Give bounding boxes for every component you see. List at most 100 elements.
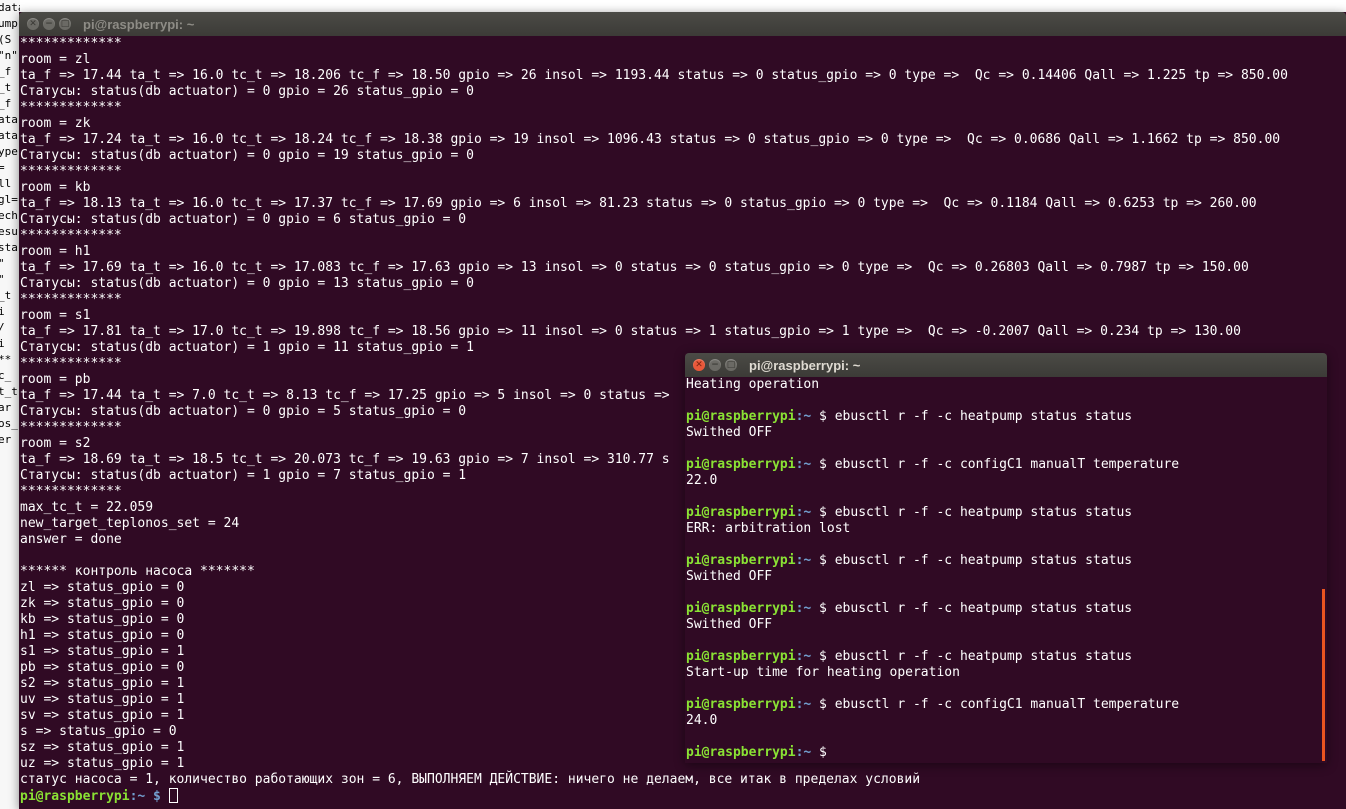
editor-line: ": [0, 256, 20, 272]
command-line[interactable]: pi@raspberrypi:~ $: [686, 745, 1327, 761]
editor-line: **: [0, 353, 12, 366]
editor-line: ump: [0, 17, 18, 30]
prompt-user: pi@raspberrypi: [686, 697, 796, 712]
command-line[interactable]: pi@raspberrypi:~ $ ebusctl r -f -c heatp…: [686, 649, 1327, 665]
editor-line: _t: [0, 289, 12, 302]
editor-line: i: [0, 337, 5, 350]
editor-line: (S: [0, 33, 12, 46]
background-window-edge: [20, 0, 1346, 12]
terminal-line: ta_f => 17.44 ta_t => 16.0 tc_t => 18.20…: [20, 68, 1288, 83]
main-titlebar[interactable]: ✕ − □ pi@raspberrypi: ~: [19, 12, 1346, 36]
terminal-line: room = s1: [20, 308, 91, 323]
prompt-symbol: $: [811, 745, 835, 760]
terminal-line: *************: [20, 36, 122, 51]
terminal-line: room = h1: [20, 244, 91, 259]
command-text: ebusctl r -f -c heatpump status status: [834, 601, 1133, 616]
maximize-icon[interactable]: □: [725, 359, 737, 371]
command-line[interactable]: pi@raspberrypi:~ $ ebusctl r -f -c heatp…: [686, 601, 1327, 617]
output-line: 24.0: [686, 713, 718, 728]
editor-line: "n": [0, 49, 18, 62]
editor-line: t_t: [0, 385, 18, 398]
overlay-terminal-window[interactable]: ✕ − □ pi@raspberrypi: ~ Heating operatio…: [685, 353, 1327, 763]
editor-line: /: [0, 320, 20, 336]
prompt-user: pi@raspberrypi: [686, 409, 796, 424]
prompt-path: :~: [129, 789, 146, 804]
editor-line: ar: [0, 401, 12, 414]
editor-line: ata: [0, 113, 18, 126]
command-line[interactable]: pi@raspberrypi:~ $ ebusctl r -f -c heatp…: [686, 553, 1327, 569]
prompt-path: :~: [795, 505, 812, 520]
editor-line: ll: [0, 177, 12, 190]
terminal-line: ta_f => 18.13 ta_t => 16.0 tc_t => 17.37…: [20, 196, 1257, 211]
command-text: ebusctl r -f -c heatpump status status: [834, 505, 1133, 520]
prompt-symbol: $: [811, 601, 835, 616]
terminal-line: Статусы: status(db actuator) = 0 gpio = …: [20, 212, 467, 227]
command-text: ebusctl r -f -c heatpump status status: [834, 553, 1133, 568]
editor-line: esu: [0, 225, 18, 238]
prompt-user: pi@raspberrypi: [686, 553, 796, 568]
prompt-path: :~: [795, 697, 812, 712]
command-text: ebusctl r -f -c heatpump status status: [834, 409, 1133, 424]
prompt-symbol: $: [145, 789, 169, 804]
output-line: Heating operation: [686, 377, 820, 392]
prompt-symbol: $: [811, 553, 835, 568]
terminal-line: room = zl: [20, 52, 91, 67]
window-title: pi@raspberrypi: ~: [83, 16, 195, 32]
overlay-titlebar[interactable]: ✕ − □ pi@raspberrypi: ~: [685, 353, 1327, 377]
close-icon[interactable]: ✕: [693, 359, 705, 371]
command-line[interactable]: pi@raspberrypi:~ $ ebusctl r -f -c heatp…: [686, 409, 1327, 425]
output-line: Swithed OFF: [686, 569, 773, 584]
prompt-symbol: $: [811, 505, 835, 520]
command-line[interactable]: pi@raspberrypi:~ $ ebusctl r -f -c confi…: [686, 457, 1327, 473]
command-line[interactable]: pi@raspberrypi:~ $ ebusctl r -f -c confi…: [686, 697, 1327, 713]
close-icon[interactable]: ✕: [27, 18, 39, 30]
prompt-path: :~: [795, 649, 812, 664]
terminal-line: *************: [20, 164, 122, 179]
editor-line: er: [0, 433, 12, 446]
output-line: Start-up time for heating operation: [686, 665, 960, 680]
minimize-icon[interactable]: −: [709, 359, 721, 371]
command-text: ebusctl r -f -c configC1 manualT tempera…: [834, 697, 1180, 712]
prompt-line[interactable]: pi@raspberrypi:~ $: [20, 788, 1346, 804]
prompt-user: pi@raspberrypi: [686, 457, 796, 472]
command-text: ebusctl r -f -c heatpump status status: [834, 649, 1133, 664]
output-line: ERR: arbitration lost: [686, 521, 851, 536]
prompt-symbol: $: [811, 457, 835, 472]
prompt-user: pi@raspberrypi: [686, 745, 796, 760]
terminal-line: ta_f => 17.81 ta_t => 17.0 tc_t => 19.89…: [20, 324, 1241, 339]
terminal-line: *************: [20, 292, 122, 307]
output-line: Swithed OFF: [686, 617, 773, 632]
terminal-line: *************: [20, 100, 122, 115]
editor-line: os_: [0, 417, 18, 430]
command-text: ebusctl r -f -c configC1 manualT tempera…: [834, 457, 1180, 472]
window-title: pi@raspberrypi: ~: [749, 357, 861, 373]
editor-line: data: [0, 1, 20, 14]
editor-line: ": [0, 272, 20, 288]
command-line[interactable]: pi@raspberrypi:~ $ ebusctl r -f -c heatp…: [686, 505, 1327, 521]
maximize-icon[interactable]: □: [59, 18, 71, 30]
terminal-line: Статусы: status(db actuator) = 0 gpio = …: [20, 276, 474, 291]
editor-line: =: [0, 161, 5, 174]
editor-line: ype: [0, 145, 18, 158]
terminal-line: статус насоса = 1, количество работающих…: [20, 772, 921, 787]
prompt-path: :~: [795, 745, 812, 760]
prompt-path: :~: [795, 553, 812, 568]
editor-line: _f: [0, 97, 12, 110]
editor-line: i: [0, 305, 5, 318]
editor-line: gl=: [0, 193, 18, 206]
terminal-line: ta_f => 17.24 ta_t => 16.0 tc_t => 18.24…: [20, 132, 1281, 147]
minimize-icon[interactable]: −: [43, 18, 55, 30]
background-editor: data ump (S "n" _f _t _fata ata ype = ll gl= ech esu s…: [0, 0, 20, 809]
editor-line: c_: [0, 369, 12, 382]
terminal-output[interactable]: Heating operation pi@raspberrypi:~ $ ebus…: [685, 377, 1327, 763]
editor-line: ata: [0, 129, 18, 142]
prompt-symbol: $: [811, 409, 835, 424]
terminal-line: *************: [20, 228, 122, 243]
scrollbar[interactable]: [1322, 589, 1325, 761]
